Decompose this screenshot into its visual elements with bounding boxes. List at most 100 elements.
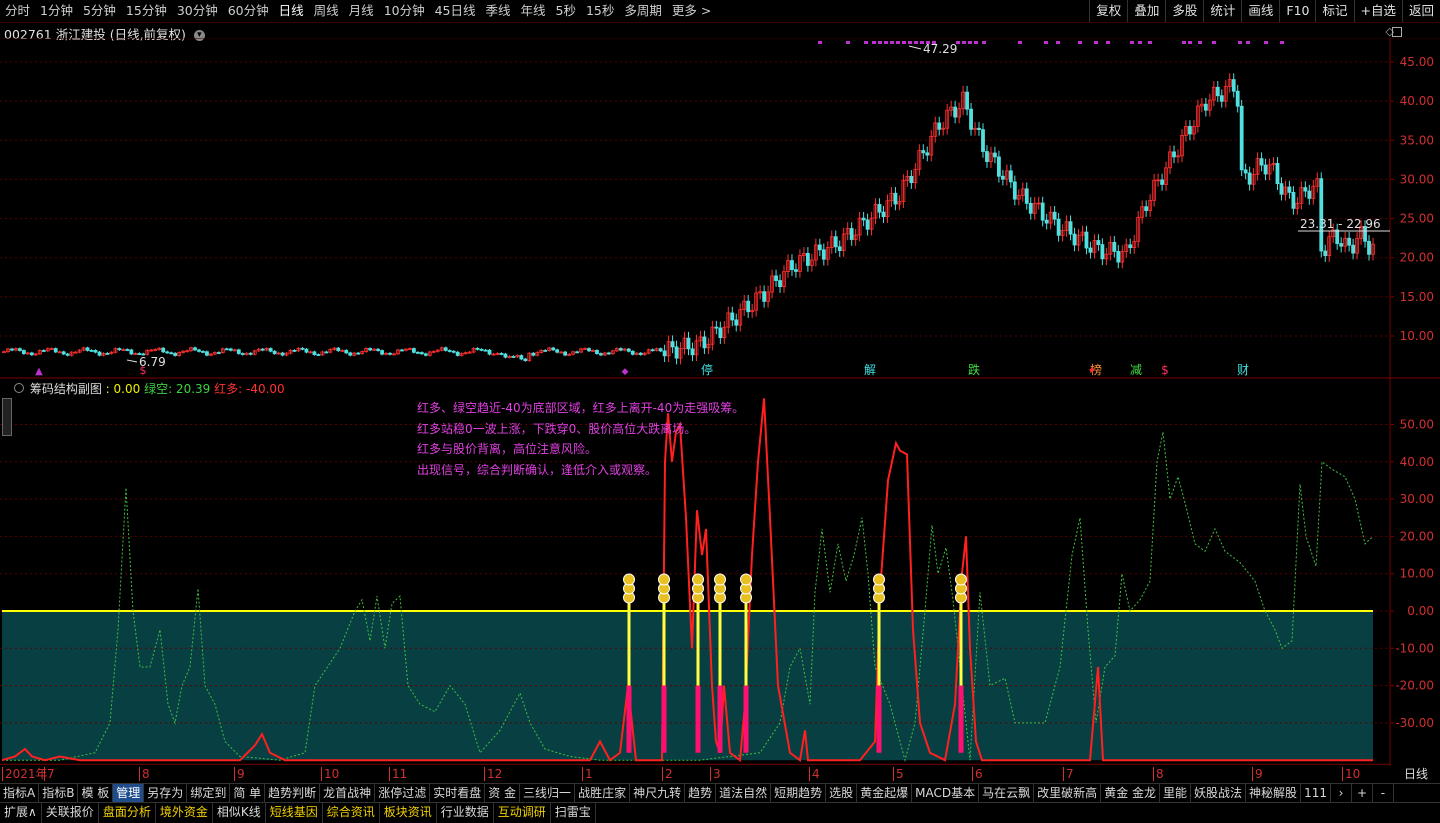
- indicator-tab[interactable]: 三线归一: [520, 784, 576, 803]
- candle-body: [1040, 202, 1045, 221]
- indicator-tab[interactable]: 管理: [113, 784, 145, 803]
- tab-nav-button[interactable]: ›: [1331, 784, 1352, 803]
- indicator-tab[interactable]: 另存为: [144, 784, 188, 803]
- period-tab[interactable]: 15分钟: [121, 0, 172, 22]
- indicator-tab[interactable]: 模 板: [78, 784, 114, 803]
- info-tab[interactable]: 互动调研: [494, 803, 551, 823]
- period-tab[interactable]: 5秒: [551, 0, 581, 22]
- period-tab[interactable]: 日线: [274, 0, 309, 22]
- note-line: 出现信号，综合判断确认，逢低介入或观察。: [417, 462, 658, 477]
- toolbar-button[interactable]: 叠加: [1127, 0, 1165, 22]
- indicator-tab[interactable]: 涨停过滤: [375, 784, 431, 803]
- indicator-tab[interactable]: 指标B: [39, 784, 79, 803]
- indicator-toggle-icon[interactable]: [14, 383, 24, 393]
- indicator-value0: : 0.00: [105, 382, 141, 396]
- price-tick: 10.00: [1400, 329, 1434, 343]
- toolbar-button[interactable]: 返回: [1401, 0, 1440, 22]
- candle-body: [1088, 247, 1093, 253]
- info-tab[interactable]: 板块资讯: [380, 803, 437, 823]
- candle-body: [1028, 202, 1033, 214]
- indicator-tab[interactable]: 道法自然: [716, 784, 772, 803]
- toolbar-button[interactable]: +自选: [1353, 0, 1402, 22]
- info-tab[interactable]: 扩展∧: [0, 803, 42, 823]
- event-marker[interactable]: 减: [1130, 363, 1142, 377]
- period-tab[interactable]: 年线: [516, 0, 551, 22]
- period-tab[interactable]: 季线: [481, 0, 516, 22]
- info-tab[interactable]: 扫雷宝: [551, 803, 596, 823]
- period-tab[interactable]: 更多 >: [667, 0, 716, 22]
- indicator-tab[interactable]: 选股: [826, 784, 858, 803]
- period-tab[interactable]: 5分钟: [78, 0, 121, 22]
- candle-body: [778, 280, 782, 288]
- indicator-tab[interactable]: 短期趋势: [771, 784, 827, 803]
- toolbar-button[interactable]: 复权: [1089, 0, 1127, 22]
- candle-body: [324, 351, 329, 354]
- window-box-icon[interactable]: [1392, 27, 1402, 37]
- toolbar-button[interactable]: F10: [1279, 0, 1315, 22]
- indicator-tab[interactable]: 趋势: [685, 784, 717, 803]
- indicator-tab[interactable]: 111: [1301, 784, 1331, 803]
- indicator-tab[interactable]: 趋势判断: [265, 784, 321, 803]
- event-marker[interactable]: $: [1161, 363, 1169, 377]
- candle-body: [837, 246, 842, 251]
- period-tab[interactable]: 分时: [0, 0, 35, 22]
- toolbar-button[interactable]: 标记: [1315, 0, 1353, 22]
- indicator-tab[interactable]: 神尺九转: [630, 784, 686, 803]
- event-marker[interactable]: 停: [701, 362, 713, 377]
- period-tab[interactable]: 1分钟: [35, 0, 78, 22]
- period-tab[interactable]: 30分钟: [172, 0, 223, 22]
- signal-dot: [864, 41, 868, 44]
- candle-body: [877, 204, 882, 213]
- indicator-tab[interactable]: 绑定到: [187, 784, 231, 803]
- period-tab[interactable]: 45日线: [430, 0, 481, 22]
- candle-body: [925, 152, 930, 156]
- indicator-tab[interactable]: 龙首战神: [320, 784, 376, 803]
- indicator-tab[interactable]: 妖股战法: [1191, 784, 1247, 803]
- candle-body: [638, 352, 643, 355]
- period-tab[interactable]: 月线: [344, 0, 379, 22]
- indicator-tab[interactable]: 简 单: [230, 784, 266, 803]
- scroll-handle[interactable]: [2, 398, 12, 436]
- period-tab[interactable]: 10分钟: [379, 0, 430, 22]
- info-tab[interactable]: 短线基因: [266, 803, 323, 823]
- info-tab[interactable]: 综合资讯: [323, 803, 380, 823]
- info-tab[interactable]: 关联报价: [42, 803, 99, 823]
- indicator-tab[interactable]: 黄金 金龙: [1101, 784, 1161, 803]
- indicator-green-value: 绿空: 20.39: [144, 382, 211, 396]
- info-tab[interactable]: 行业数据: [437, 803, 494, 823]
- tab-nav-button[interactable]: -: [1373, 784, 1394, 803]
- indicator-tab[interactable]: 神秘解股: [1246, 784, 1302, 803]
- event-marker[interactable]: 解: [864, 363, 876, 377]
- indicator-tab[interactable]: 指标A: [0, 784, 40, 803]
- indicator-tab[interactable]: 实时看盘: [430, 784, 486, 803]
- indicator-tab[interactable]: 改里破新高: [1034, 784, 1102, 803]
- indicator-tab[interactable]: 战胜庄家: [575, 784, 631, 803]
- period-tab[interactable]: 15秒: [581, 0, 619, 22]
- info-tab[interactable]: 相似K线: [213, 803, 266, 823]
- indicator-tab[interactable]: MACD基本: [912, 784, 980, 803]
- toolbar-button[interactable]: 统计: [1203, 0, 1241, 22]
- indicator-tab[interactable]: 里能: [1160, 784, 1192, 803]
- indicator-tab[interactable]: 资 金: [485, 784, 521, 803]
- info-tab[interactable]: 境外资金: [156, 803, 213, 823]
- period-label[interactable]: 日线: [1392, 766, 1440, 783]
- event-marker[interactable]: 跌: [968, 362, 980, 377]
- date-label: 10: [321, 767, 339, 781]
- event-marker[interactable]: 财: [1237, 363, 1249, 377]
- note-line: 红多、绿空趋近-40为底部区域，红多上离开-40为走强吸筹。: [417, 401, 745, 415]
- indicator-tab[interactable]: 黄金起爆: [857, 784, 913, 803]
- candle-body: [977, 127, 981, 130]
- indicator-tab[interactable]: 马在云飘: [979, 784, 1035, 803]
- signal-dot: [1056, 41, 1060, 44]
- candle-body: [53, 348, 58, 353]
- toolbar-button[interactable]: 画线: [1241, 0, 1279, 22]
- info-tab[interactable]: 盘面分析: [99, 803, 156, 823]
- period-tab[interactable]: 60分钟: [223, 0, 274, 22]
- indicator-tick: 40.00: [1400, 455, 1434, 469]
- candle-body: [499, 353, 504, 355]
- toolbar-button[interactable]: 多股: [1165, 0, 1203, 22]
- period-tab[interactable]: 周线: [309, 0, 344, 22]
- tab-nav-button[interactable]: +: [1352, 784, 1373, 803]
- period-tab[interactable]: 多周期: [619, 0, 667, 22]
- date-label: 6: [972, 767, 983, 781]
